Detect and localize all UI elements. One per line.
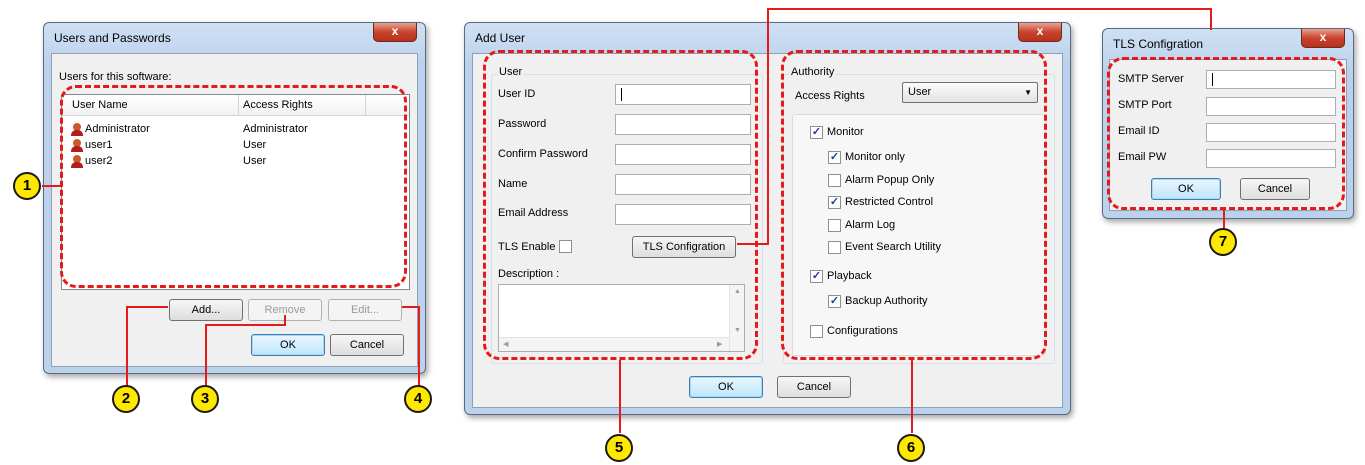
close-icon: x bbox=[391, 24, 399, 38]
connector-line bbox=[284, 315, 286, 326]
connector-line bbox=[619, 360, 621, 433]
close-button[interactable]: x bbox=[1018, 23, 1062, 42]
badge-5: 5 bbox=[605, 434, 633, 462]
close-button[interactable]: x bbox=[373, 23, 417, 42]
users-caption: Users for this software: bbox=[59, 71, 172, 83]
badge-7: 7 bbox=[1209, 228, 1237, 256]
connector-line bbox=[767, 8, 1212, 10]
connector-line bbox=[737, 243, 769, 245]
connector-line bbox=[126, 306, 168, 308]
window-title: Users and Passwords bbox=[54, 31, 171, 45]
annotation-box-tls-fields bbox=[1107, 57, 1345, 210]
badge-3: 3 bbox=[191, 385, 219, 413]
window-title: Add User bbox=[475, 31, 526, 45]
connector-line bbox=[205, 324, 286, 326]
connector-line bbox=[911, 360, 913, 433]
window-title: TLS Configration bbox=[1113, 37, 1204, 51]
connector-line bbox=[42, 185, 62, 187]
connector-line bbox=[1210, 8, 1212, 30]
badge-6: 6 bbox=[897, 434, 925, 462]
badge-4: 4 bbox=[404, 385, 432, 413]
connector-line bbox=[205, 324, 207, 385]
ok-button[interactable]: OK bbox=[251, 334, 325, 356]
edit-button[interactable]: Edit... bbox=[328, 299, 402, 321]
add-button[interactable]: Add... bbox=[169, 299, 243, 321]
close-icon: x bbox=[1319, 30, 1327, 44]
connector-line bbox=[418, 306, 420, 386]
cancel-button[interactable]: Cancel bbox=[777, 376, 851, 398]
connector-line bbox=[767, 8, 769, 245]
annotation-box-user-fields bbox=[483, 50, 758, 360]
badge-2: 2 bbox=[112, 385, 140, 413]
badge-1: 1 bbox=[13, 172, 41, 200]
connector-line bbox=[1223, 210, 1225, 228]
close-button[interactable]: x bbox=[1301, 29, 1345, 48]
cancel-button[interactable]: Cancel bbox=[330, 334, 404, 356]
annotation-box-users-list bbox=[60, 85, 407, 288]
close-icon: x bbox=[1036, 24, 1044, 38]
ok-button[interactable]: OK bbox=[689, 376, 763, 398]
connector-line bbox=[126, 306, 128, 386]
annotation-box-authority bbox=[781, 50, 1047, 360]
